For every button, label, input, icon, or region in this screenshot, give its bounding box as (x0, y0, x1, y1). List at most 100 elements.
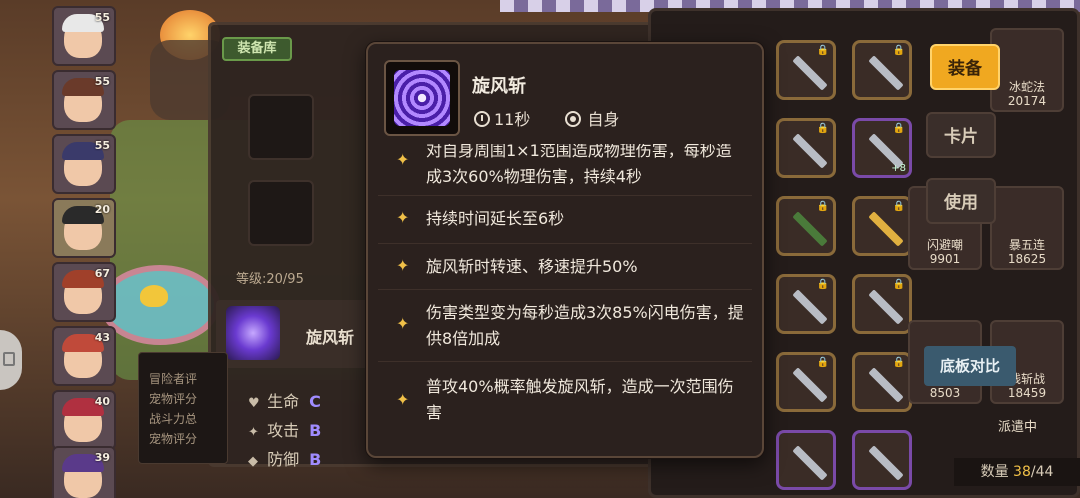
sword-icon (868, 445, 904, 481)
inventory-count: 数量 38/44 (954, 458, 1080, 486)
roster-card[interactable]: 20 (52, 198, 116, 258)
stat-label: 攻击 (267, 421, 300, 440)
effect-list[interactable]: ✦ 对自身周围1×1范围造成物理伤害，每秒造成3次60%物理伤害，持续4秒 ✦ … (378, 144, 752, 450)
count-label: 数量 (980, 464, 1009, 480)
inventory-item[interactable] (852, 430, 912, 490)
roster-level: 55 (94, 139, 110, 152)
star-icon: ✦ (396, 208, 410, 227)
inventory-item[interactable]: 🔒 (776, 118, 836, 178)
inventory-item[interactable] (776, 430, 836, 490)
inventory-item[interactable]: 🔒 (776, 40, 836, 100)
roster-level: 39 (94, 451, 110, 464)
lock-icon: 🔒 (892, 357, 905, 368)
inventory-item[interactable]: 🔒 (776, 196, 836, 256)
cooldown: 11秒 (474, 106, 530, 130)
score-info-box: 冒险者评 宠物评分 战斗力总 宠物评分 (138, 352, 228, 464)
inventory-item[interactable]: 🔒 (852, 196, 912, 256)
equip-button[interactable]: 装备 (930, 44, 1000, 90)
roster-card[interactable]: 43 (52, 326, 116, 386)
effect-text: 持续时间延长至6秒 (426, 209, 565, 228)
roster-level: 43 (94, 331, 110, 344)
inventory-item[interactable]: 🔒 (776, 274, 836, 334)
hero-name: 冰蛇法 (1008, 80, 1045, 94)
sword-icon (792, 133, 828, 169)
skill-meta: 11秒 自身 (474, 106, 649, 130)
lock-icon: 🔒 (816, 201, 829, 212)
hero-card[interactable]: 暴五连 18625 (990, 186, 1064, 270)
star-icon: ✦ (396, 390, 410, 409)
inventory-item[interactable]: 🔒 (852, 40, 912, 100)
inventory-item[interactable]: 🔒 (852, 352, 912, 412)
hero-card[interactable]: 冰蛇法 20174 (990, 28, 1064, 112)
card-button[interactable]: 卡片 (926, 112, 996, 158)
stat-grade: B (309, 421, 322, 440)
sword-icon (868, 289, 904, 325)
lock-icon: 🔒 (892, 201, 905, 212)
sword-icon (792, 211, 828, 247)
skill-tooltip: ✦ 对自身周围1×1范围造成物理伤害，每秒造成3次60%物理伤害，持续4秒 ✦ … (366, 42, 764, 458)
list-item: ✦ 普攻40%概率触发旋风斩，造成一次范围伤害 (378, 362, 752, 438)
skill-row[interactable]: 旋风斩 (216, 300, 376, 368)
roster-level: 20 (94, 203, 110, 216)
hero-power: 8503 (929, 386, 961, 400)
hero-power: 18625 (1007, 252, 1047, 266)
stat-grade: B (309, 450, 322, 469)
hero-name: 暴五连 (1008, 238, 1045, 252)
stat-label: 生命 (267, 392, 300, 411)
whirlwind-skill-icon (384, 60, 460, 136)
count-value: 38 (1013, 464, 1031, 480)
stat-atk: ✦ 攻击 B (248, 417, 321, 446)
sword-icon (868, 367, 904, 403)
roster-card[interactable]: 55 (52, 6, 116, 66)
lock-icon: 🔒 (892, 279, 905, 290)
skill-title: 旋风斩 (472, 76, 526, 97)
inventory-item[interactable]: 🔒 (776, 352, 836, 412)
use-button[interactable]: 使用 (926, 178, 996, 224)
sword-icon (868, 55, 904, 91)
info-line: 战斗力总 (149, 412, 198, 426)
hero-power: 20174 (1007, 94, 1047, 108)
roster-level: 67 (94, 267, 110, 280)
roster-level: 55 (94, 11, 110, 24)
stat-grade: C (309, 392, 321, 411)
roster-card[interactable]: 55 (52, 134, 116, 194)
skill-name: 旋风斩 (306, 328, 355, 347)
hero-power: 9901 (929, 252, 961, 266)
stat-def: ◆ 防御 B (248, 446, 321, 475)
roster-card[interactable]: 39 (52, 446, 116, 498)
clock-icon (474, 111, 490, 127)
roster-level: 55 (94, 75, 110, 88)
compare-button[interactable]: 底板对比 (924, 346, 1016, 386)
stat-hp: ♥ 生命 C (248, 388, 321, 417)
inventory-item[interactable]: 🔒 (852, 274, 912, 334)
roster-card[interactable]: 67 (52, 262, 116, 322)
effect-text: 伤害类型变为每秒造成3次85%闪电伤害，提供8倍加成 (426, 303, 744, 348)
roster-card[interactable]: 40 (52, 390, 116, 450)
count-max: /44 (1030, 464, 1054, 480)
tooltip-header: 旋风斩 11秒 自身 (368, 44, 762, 144)
lock-icon: 🔒 (816, 279, 829, 290)
equipment-level: 等级:20/95 (236, 272, 304, 287)
roster-card[interactable]: 55 (52, 70, 116, 130)
weapon-slot[interactable] (248, 94, 314, 160)
effect-text: 普攻40%概率触发旋风斩，造成一次范围伤害 (426, 377, 734, 422)
dispatch-status: 派遣中 (998, 420, 1038, 435)
sword-icon (792, 445, 828, 481)
shield-icon: ◆ (248, 454, 258, 469)
sword-icon (792, 367, 828, 403)
info-line: 宠物评分 (149, 392, 198, 406)
inventory-item[interactable]: 🔒 +8 (852, 118, 912, 178)
sword-icon (868, 211, 904, 247)
lock-icon: 🔒 (816, 357, 829, 368)
sword-icon (792, 55, 828, 91)
equipment-library-tab[interactable]: 装备库 (222, 37, 292, 61)
target-value: 自身 (587, 110, 620, 129)
target: 自身 (565, 106, 619, 130)
whirlwind-skill-icon (226, 306, 280, 360)
list-item: ✦ 旋风斩时转速、移速提升50% (378, 244, 752, 290)
roster-level: 40 (94, 395, 110, 408)
list-item: ✦ 伤害类型变为每秒造成3次85%闪电伤害，提供8倍加成 (378, 290, 752, 362)
lock-icon: 🔒 (816, 123, 829, 134)
armor-slot[interactable] (248, 180, 314, 246)
list-item: ✦ 持续时间延长至6秒 (378, 196, 752, 244)
